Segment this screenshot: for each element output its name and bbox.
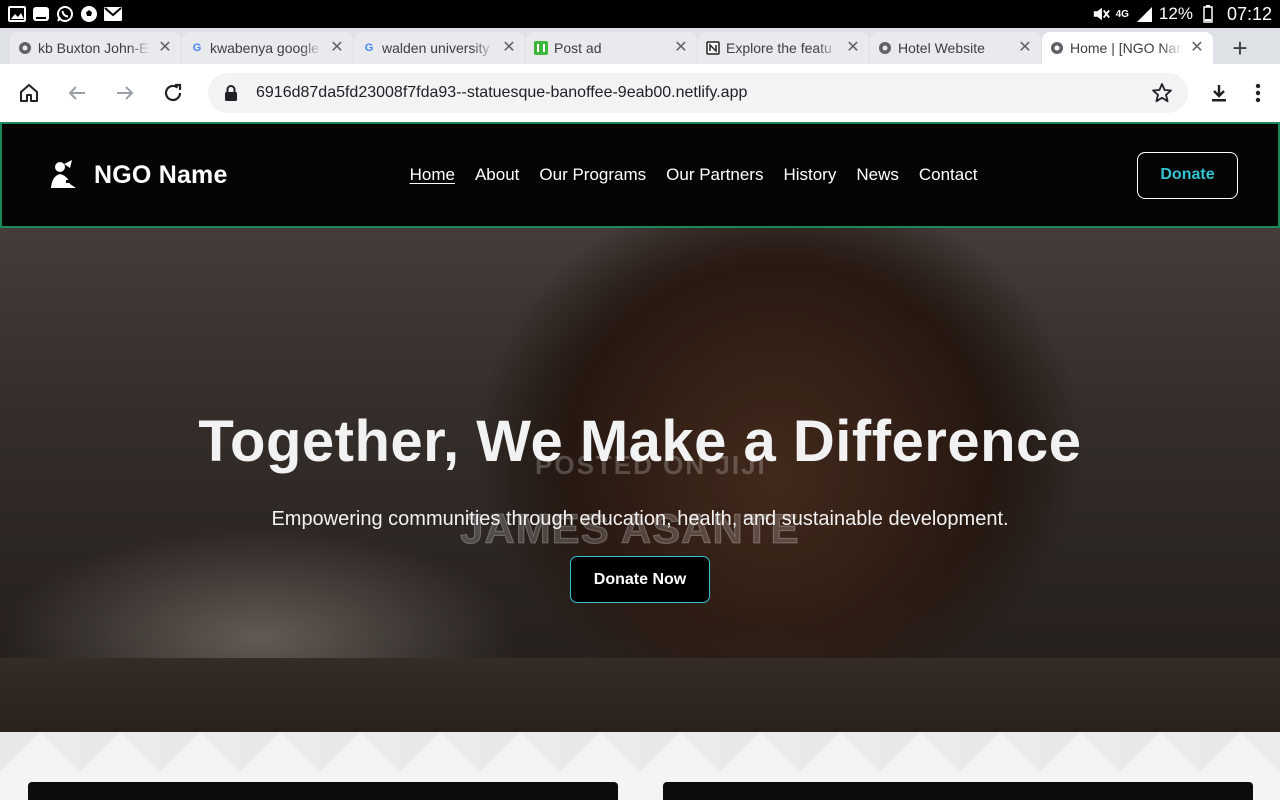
back-button[interactable] [58,74,96,112]
globe-icon [1050,41,1064,55]
reload-icon [164,83,182,102]
google-icon: G [364,42,374,54]
nav-about[interactable]: About [475,165,519,185]
network-type: 4G [1115,8,1129,20]
menu-button[interactable] [1246,74,1270,112]
signal-icon [1135,6,1153,22]
tab-kwabenya[interactable]: G kwabenya google ✕ [182,32,353,64]
url-text: 6916d87da5fd23008f7fda93--statuesque-ban… [256,84,748,101]
jiji-icon [534,41,548,55]
watermark-posted: POSTED ON JIJI [535,450,767,480]
nav-our-programs[interactable]: Our Programs [539,165,646,185]
tab-title: kwabenya google [210,40,319,56]
clock: 07:12 [1226,3,1272,24]
main-nav: Home About Our Programs Our Partners His… [410,165,978,185]
tab-hotel[interactable]: Hotel Website ✕ [870,32,1041,64]
home-button[interactable] [10,74,48,112]
site-navbar: NGO Name Home About Our Programs Our Par… [0,122,1280,228]
forward-button[interactable] [106,74,144,112]
close-icon[interactable]: ✕ [1189,40,1205,56]
donate-button[interactable]: Donate [1137,151,1238,199]
tab-title: Explore the featu [726,40,832,56]
nav-our-partners[interactable]: Our Partners [666,165,763,185]
brand-name: NGO Name [94,160,228,189]
status-bar: 4G 12% 07:12 [0,0,1280,28]
download-button[interactable] [1200,74,1238,112]
tab-title: Home | [NGO Nam [1070,40,1183,56]
mail-icon [104,6,122,22]
ngo-logo-icon [51,160,76,188]
tab-explore[interactable]: Explore the featu ✕ [698,32,869,64]
tab-title: kb Buxton John-E [38,40,149,56]
status-right: 4G 12% 07:12 [1092,4,1272,25]
gallery-icon [8,6,26,22]
browser-toolbar: 6916d87da5fd23008f7fda93--statuesque-ban… [0,64,1280,122]
nav-home[interactable]: Home [410,165,455,185]
hero-content: Together, We Make a Difference POSTED ON… [0,228,1280,732]
google-icon: G [192,42,202,54]
hero-section: Together, We Make a Difference POSTED ON… [0,228,1280,732]
close-icon[interactable]: ✕ [157,40,173,56]
tab-title: walden university [382,40,490,56]
bookmark-star-icon[interactable] [1150,81,1174,105]
more-vert-icon [1255,83,1261,103]
lock-icon [222,84,240,102]
whatsapp-icon [56,6,74,22]
program-card[interactable] [663,782,1253,800]
tab-home-ngo[interactable]: Home | [NGO Nam ✕ [1042,32,1213,64]
globe-icon [18,41,32,55]
donate-now-button[interactable]: Donate Now [570,556,710,603]
battery-icon [1199,5,1217,23]
globe-icon [878,41,892,55]
web-page: NGO Name Home About Our Programs Our Par… [0,122,1280,800]
notion-icon [706,41,720,55]
program-card[interactable] [28,782,618,800]
home-icon [20,84,38,102]
arrow-left-icon [68,86,85,100]
brand[interactable]: NGO Name [46,158,228,192]
nav-contact[interactable]: Contact [919,165,978,185]
close-icon[interactable]: ✕ [501,40,517,56]
reload-button[interactable] [154,74,192,112]
close-icon[interactable]: ✕ [329,40,345,56]
tab-kb-buxton[interactable]: kb Buxton John-E ✕ [10,32,181,64]
programs-section [0,732,1280,800]
arrow-right-icon [117,86,134,100]
status-left-icons [8,6,122,22]
tab-post-ad[interactable]: Post ad ✕ [526,32,697,64]
close-icon[interactable]: ✕ [845,40,861,56]
tab-title: Hotel Website [898,40,985,56]
tab-title: Post ad [554,40,602,56]
address-bar[interactable]: 6916d87da5fd23008f7fda93--statuesque-ban… [208,73,1188,113]
message-icon [32,6,50,22]
soccer-icon [80,6,98,22]
close-icon[interactable]: ✕ [673,40,689,56]
tab-strip: kb Buxton John-E ✕ G kwabenya google ✕ G… [0,28,1280,64]
download-icon [1212,85,1226,102]
nav-history[interactable]: History [783,165,836,185]
mute-icon [1092,6,1110,22]
nav-news[interactable]: News [856,165,899,185]
close-icon[interactable]: ✕ [1017,40,1033,56]
tab-walden[interactable]: G walden university ✕ [354,32,525,64]
battery-percent: 12% [1158,4,1193,23]
new-tab-button[interactable]: + [1224,32,1256,64]
watermark-name: JAMES ASANTE [460,505,800,553]
